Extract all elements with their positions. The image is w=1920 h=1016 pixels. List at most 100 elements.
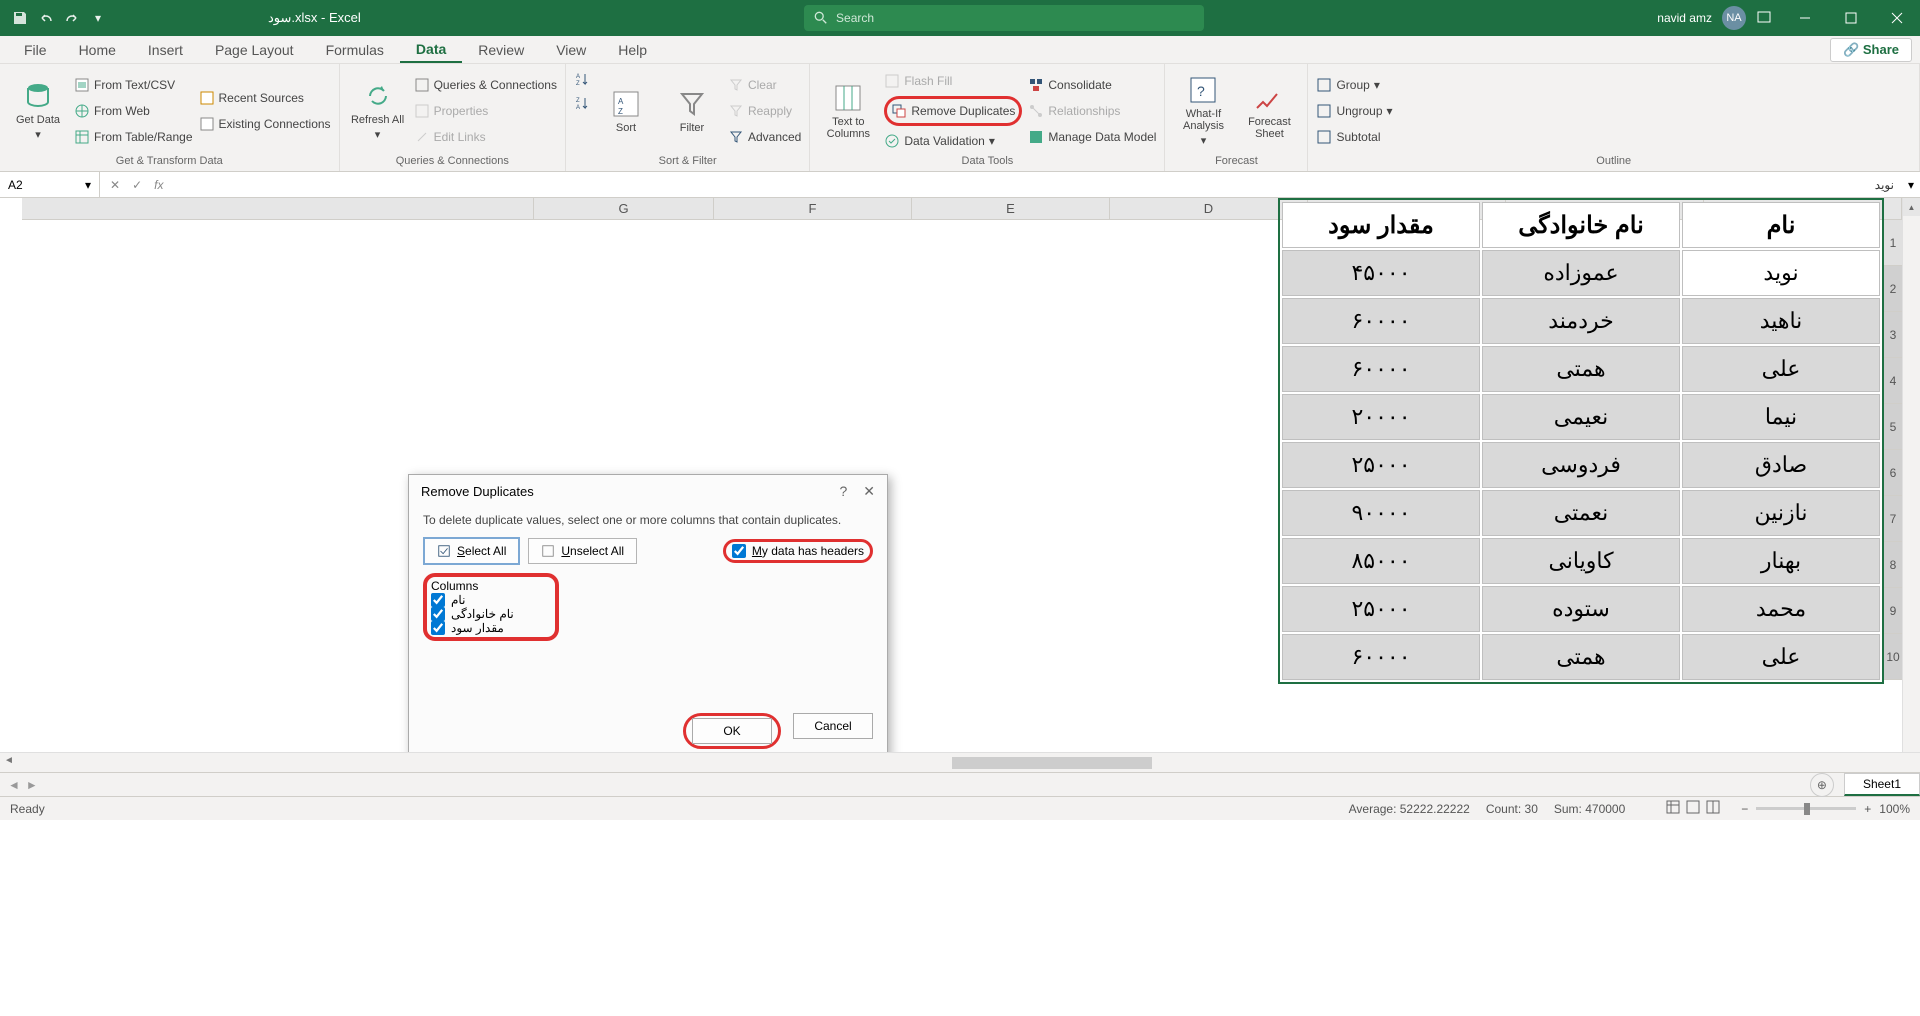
scroll-up-icon[interactable]: ▲ <box>1903 198 1920 216</box>
tab-view[interactable]: View <box>540 38 602 62</box>
row-header-9[interactable]: 9 <box>1884 588 1902 634</box>
group-button[interactable]: Group ▾ <box>1316 74 1392 96</box>
ok-button[interactable]: OK <box>692 718 772 744</box>
advanced-button[interactable]: Advanced <box>728 126 801 148</box>
what-if-button[interactable]: ? What-If Analysis▾ <box>1173 68 1233 153</box>
sort-az-button[interactable]: AZ <box>574 68 590 90</box>
row-header-3[interactable]: 3 <box>1884 312 1902 358</box>
cell-b3[interactable]: خردمند <box>1482 298 1680 344</box>
qat-dropdown-icon[interactable]: ▾ <box>88 8 108 28</box>
cell-b10[interactable]: همتی <box>1482 634 1680 680</box>
add-sheet-button[interactable]: ⊕ <box>1810 773 1834 797</box>
cell-b9[interactable]: ستوده <box>1482 586 1680 632</box>
row-header-6[interactable]: 6 <box>1884 450 1902 496</box>
cell-c7[interactable]: ۹۰۰۰۰ <box>1282 490 1480 536</box>
column-check-input-1[interactable] <box>431 607 445 621</box>
row-header-1[interactable]: 1 <box>1884 220 1902 266</box>
dialog-close-icon[interactable]: ✕ <box>863 483 875 500</box>
cell-c3[interactable]: ۶۰۰۰۰ <box>1282 298 1480 344</box>
cell-b2[interactable]: عموزاده <box>1482 250 1680 296</box>
zoom-level[interactable]: 100% <box>1879 802 1910 816</box>
filter-button[interactable]: Filter <box>662 68 722 153</box>
tab-page-layout[interactable]: Page Layout <box>199 38 310 62</box>
cell-a8[interactable]: بهنار <box>1682 538 1880 584</box>
cell-c6[interactable]: ۲۵۰۰۰ <box>1282 442 1480 488</box>
col-header-g[interactable]: G <box>534 198 714 219</box>
redo-icon[interactable] <box>62 8 82 28</box>
column-check-1[interactable]: نام خانوادگی <box>431 607 551 621</box>
save-icon[interactable] <box>10 8 30 28</box>
zoom-slider[interactable] <box>1756 807 1856 810</box>
headers-checkbox-input[interactable] <box>732 544 746 558</box>
fx-icon[interactable]: fx <box>154 178 163 192</box>
cell-c8[interactable]: ۸۵۰۰۰ <box>1282 538 1480 584</box>
view-page-layout-icon[interactable] <box>1685 799 1701 818</box>
ribbon-display-icon[interactable] <box>1756 9 1772 28</box>
name-box-dropdown-icon[interactable]: ▾ <box>85 178 91 192</box>
col-header-e[interactable]: E <box>912 198 1110 219</box>
row-header-5[interactable]: 5 <box>1884 404 1902 450</box>
tab-insert[interactable]: Insert <box>132 38 199 62</box>
formula-expand-icon[interactable]: ▾ <box>1902 178 1920 192</box>
col-header-f[interactable]: F <box>714 198 912 219</box>
row-header-2[interactable]: 2 <box>1884 266 1902 312</box>
hscroll-thumb[interactable] <box>952 757 1152 769</box>
subtotal-button[interactable]: Subtotal <box>1316 126 1392 148</box>
share-button[interactable]: 🔗 Share <box>1830 38 1912 62</box>
avatar[interactable]: NA <box>1722 6 1746 30</box>
ungroup-button[interactable]: Ungroup ▾ <box>1316 100 1392 122</box>
zoom-out-button[interactable]: − <box>1741 802 1748 816</box>
horizontal-scrollbar[interactable]: ◄ <box>0 752 1920 772</box>
cell-a2[interactable]: نوید <box>1682 250 1880 296</box>
from-table-range-button[interactable]: From Table/Range <box>74 126 193 148</box>
text-to-columns-button[interactable]: Text to Columns <box>818 68 878 153</box>
maximize-button[interactable] <box>1828 0 1874 36</box>
cell-b8[interactable]: کاویانی <box>1482 538 1680 584</box>
consolidate-button[interactable]: Consolidate <box>1028 74 1156 96</box>
row-header-7[interactable]: 7 <box>1884 496 1902 542</box>
zoom-slider-thumb[interactable] <box>1804 803 1810 815</box>
row-header-4[interactable]: 4 <box>1884 358 1902 404</box>
select-all-button[interactable]: Select All <box>423 537 520 565</box>
scroll-left-icon[interactable]: ◄ <box>4 755 14 766</box>
header-b[interactable]: نام خانوادگی <box>1482 202 1680 248</box>
get-data-button[interactable]: Get Data▾ <box>8 68 68 153</box>
cell-b7[interactable]: نعمتی <box>1482 490 1680 536</box>
cancel-button[interactable]: Cancel <box>793 713 873 739</box>
my-data-has-headers-checkbox[interactable]: My data has headers <box>732 544 864 558</box>
tab-help[interactable]: Help <box>602 38 663 62</box>
recent-sources-button[interactable]: Recent Sources <box>199 87 331 109</box>
manage-data-model-button[interactable]: Manage Data Model <box>1028 126 1156 148</box>
tab-data[interactable]: Data <box>400 37 462 63</box>
cancel-formula-icon[interactable]: ✕ <box>110 178 120 192</box>
cell-a6[interactable]: صادق <box>1682 442 1880 488</box>
formula-input[interactable]: نوید <box>173 178 1902 192</box>
data-validation-button[interactable]: Data Validation ▾ <box>884 130 1022 152</box>
enter-formula-icon[interactable]: ✓ <box>132 178 142 192</box>
header-c[interactable]: مقدار سود <box>1282 202 1480 248</box>
cell-a7[interactable]: نازنین <box>1682 490 1880 536</box>
cell-c2[interactable]: ۴۵۰۰۰ <box>1282 250 1480 296</box>
dialog-help-icon[interactable]: ? <box>839 483 847 500</box>
existing-connections-button[interactable]: Existing Connections <box>199 113 331 135</box>
row-header-8[interactable]: 8 <box>1884 542 1902 588</box>
cell-c4[interactable]: ۶۰۰۰۰ <box>1282 346 1480 392</box>
cell-b4[interactable]: همتی <box>1482 346 1680 392</box>
cell-c9[interactable]: ۲۵۰۰۰ <box>1282 586 1480 632</box>
cell-c10[interactable]: ۶۰۰۰۰ <box>1282 634 1480 680</box>
close-button[interactable] <box>1874 0 1920 36</box>
zoom-in-button[interactable]: + <box>1864 802 1871 816</box>
cell-a10[interactable]: علی <box>1682 634 1880 680</box>
column-check-0[interactable]: نام <box>431 593 551 607</box>
column-check-2[interactable]: مقدار سود <box>431 621 551 635</box>
row-header-10[interactable]: 10 <box>1884 634 1902 680</box>
unselect-all-button[interactable]: Unselect All <box>528 538 637 564</box>
cell-b5[interactable]: نعیمی <box>1482 394 1680 440</box>
tab-review[interactable]: Review <box>462 38 540 62</box>
cell-a3[interactable]: ناهید <box>1682 298 1880 344</box>
view-page-break-icon[interactable] <box>1705 799 1721 818</box>
undo-icon[interactable] <box>36 8 56 28</box>
column-check-input-0[interactable] <box>431 593 445 607</box>
cell-a9[interactable]: محمد <box>1682 586 1880 632</box>
cell-b6[interactable]: فردوسی <box>1482 442 1680 488</box>
